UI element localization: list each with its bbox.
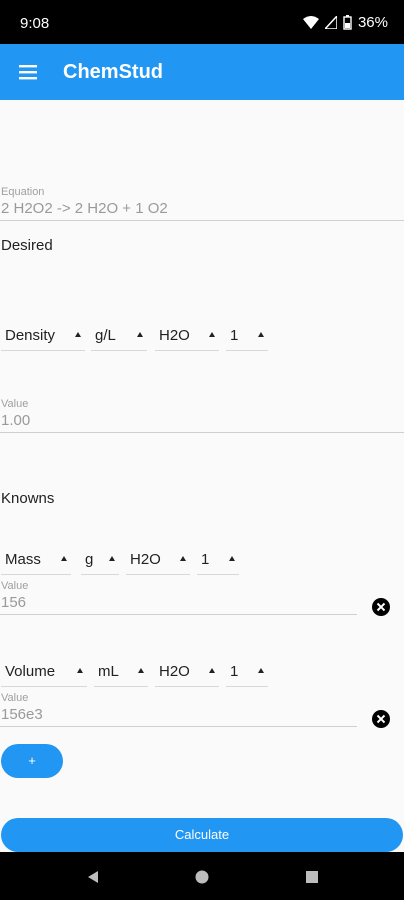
menu-icon[interactable] <box>18 62 38 82</box>
dropdown-arrow-icon <box>137 332 143 337</box>
dropdown-value: 1 <box>201 551 210 568</box>
add-known-button[interactable]: + <box>1 744 63 778</box>
status-time: 9:08 <box>20 15 50 32</box>
dropdown-arrow-icon <box>138 668 144 673</box>
dropdown-value: H2O <box>159 327 190 344</box>
dropdown-arrow-icon <box>258 668 264 673</box>
dropdown-arrow-icon <box>109 556 115 561</box>
app-bar: ChemStud <box>0 44 404 100</box>
app-title: ChemStud <box>63 61 163 83</box>
navigation-bar <box>0 852 404 900</box>
clear-icon[interactable] <box>372 710 390 728</box>
equation-label: Equation <box>1 186 45 198</box>
battery-percent: 36% <box>357 14 388 31</box>
known-2-unit-dropdown[interactable]: mL <box>94 658 148 687</box>
value-label: Value <box>1 692 29 704</box>
desired-value-input[interactable]: 1.00 <box>1 412 30 429</box>
dropdown-value: Volume <box>5 663 56 680</box>
dropdown-value: 1 <box>230 663 239 680</box>
value-underline <box>0 614 357 615</box>
dropdown-arrow-icon <box>77 668 83 673</box>
dropdown-arrow-icon <box>209 668 215 673</box>
equation-input[interactable]: 2 H2O2 -> 2 H2O + 1 O2 <box>1 200 168 217</box>
known-1-index-dropdown[interactable]: 1 <box>197 546 239 575</box>
dropdown-value: 1 <box>230 327 239 344</box>
battery-icon <box>343 15 352 30</box>
equation-underline <box>0 220 404 221</box>
dropdown-value: Density <box>5 327 56 344</box>
dropdown-value: mL <box>98 663 119 680</box>
known-2-substance-dropdown[interactable]: H2O <box>155 658 219 687</box>
value-underline <box>0 726 357 727</box>
status-bar: 9:08 36% <box>0 0 404 44</box>
knowns-heading: Knowns <box>1 490 55 507</box>
dropdown-arrow-icon <box>180 556 186 561</box>
desired-unit-dropdown[interactable]: g/L <box>91 322 147 351</box>
dropdown-arrow-icon <box>229 556 235 561</box>
dropdown-arrow-icon <box>75 332 81 337</box>
known-1-substance-dropdown[interactable]: H2O <box>126 546 190 575</box>
desired-heading: Desired <box>1 237 53 254</box>
signal-icon <box>324 16 337 29</box>
wifi-icon <box>302 15 319 29</box>
dropdown-value: H2O <box>159 663 190 680</box>
value-label: Value <box>1 580 29 592</box>
status-icons: 36% <box>302 14 388 31</box>
known-1-quantity-dropdown[interactable]: Mass <box>1 546 71 575</box>
dropdown-arrow-icon <box>258 332 264 337</box>
home-icon[interactable] <box>195 870 209 884</box>
calculate-button[interactable]: Calculate <box>1 818 403 852</box>
dropdown-value: Mass <box>5 551 41 568</box>
dropdown-arrow-icon <box>61 556 67 561</box>
value-underline <box>0 432 404 433</box>
dropdown-value: g/L <box>95 327 116 344</box>
desired-substance-dropdown[interactable]: H2O <box>155 322 219 351</box>
known-1-value-input[interactable]: 156 <box>1 594 26 611</box>
known-2-quantity-dropdown[interactable]: Volume <box>1 658 87 687</box>
recents-icon[interactable] <box>305 870 319 884</box>
dropdown-arrow-icon <box>209 332 215 337</box>
desired-index-dropdown[interactable]: 1 <box>226 322 268 351</box>
dropdown-value: g <box>85 551 94 568</box>
back-icon[interactable] <box>86 870 100 884</box>
dropdown-value: H2O <box>130 551 161 568</box>
known-2-value-input[interactable]: 156e3 <box>1 706 43 723</box>
clear-icon[interactable] <box>372 598 390 616</box>
desired-quantity-dropdown[interactable]: Density <box>1 322 85 351</box>
known-2-index-dropdown[interactable]: 1 <box>226 658 268 687</box>
value-label: Value <box>1 398 29 410</box>
known-1-unit-dropdown[interactable]: g <box>81 546 119 575</box>
